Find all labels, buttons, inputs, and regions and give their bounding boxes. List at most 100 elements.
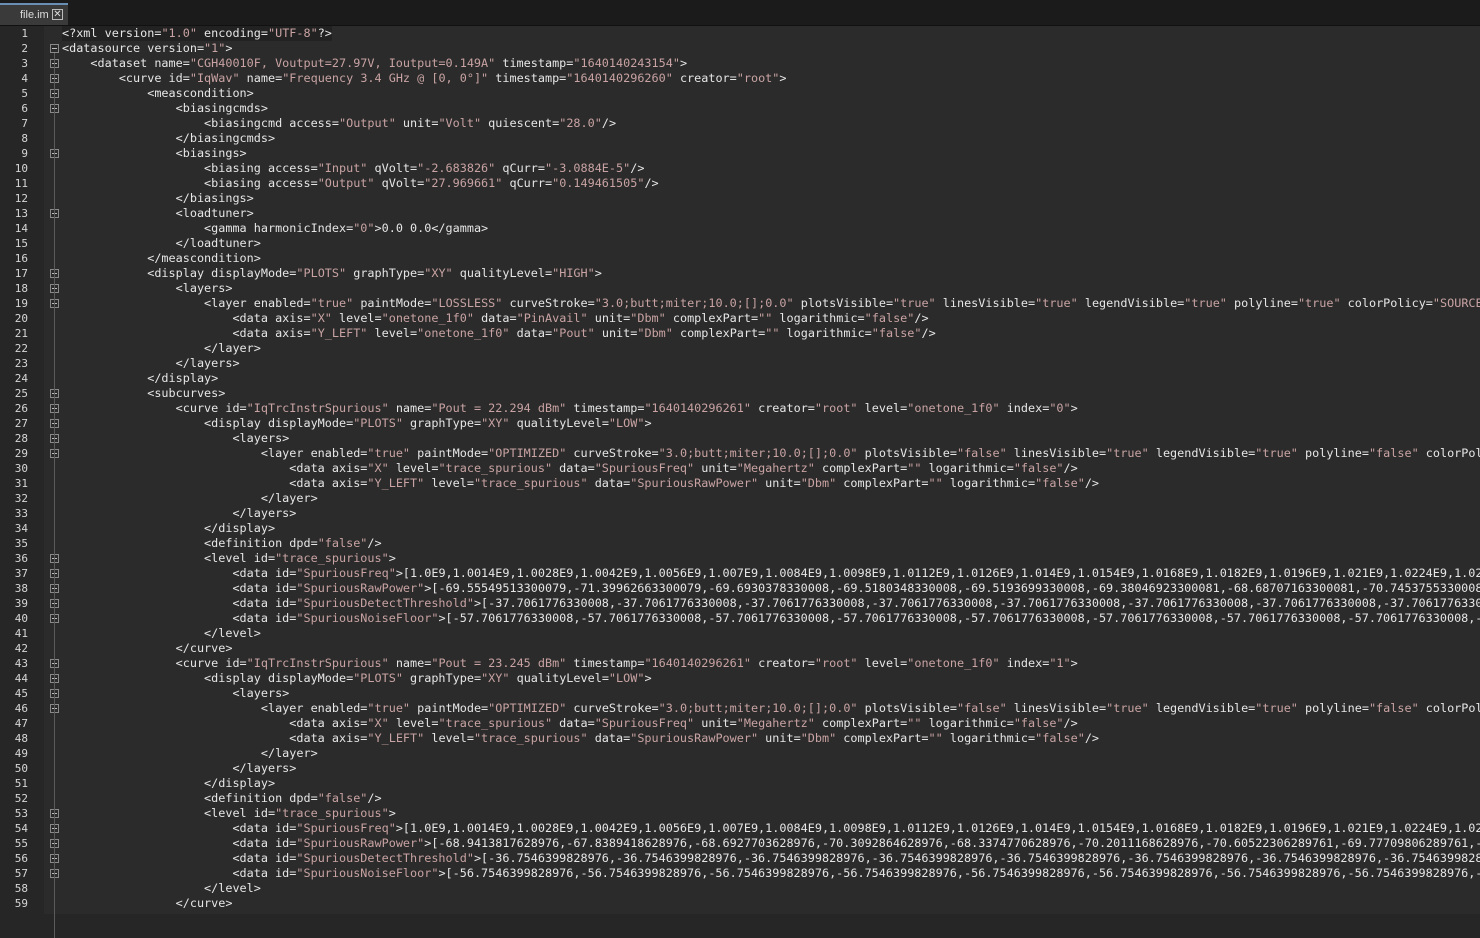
- line-number: 3: [21, 57, 28, 70]
- code-area[interactable]: <?xml version="1.0" encoding="UTF-8"?> <d…: [62, 26, 1480, 914]
- code-line[interactable]: </curve>: [62, 896, 233, 911]
- code-line[interactable]: <data id="SpuriousFreq">[1.0E9,1.0014E9,…: [62, 821, 1480, 836]
- line-number: 27: [14, 417, 28, 430]
- code-line[interactable]: </layer>: [62, 491, 318, 506]
- code-line[interactable]: </layer>: [62, 746, 318, 761]
- code-line[interactable]: </loadtuner>: [62, 236, 261, 251]
- code-line[interactable]: <display displayMode="PLOTS" graphType="…: [62, 266, 602, 281]
- code-line[interactable]: <?xml version="1.0" encoding="UTF-8"?>: [62, 26, 332, 41]
- line-number: 16: [14, 252, 28, 265]
- line-number: 19: [14, 297, 28, 310]
- line-number: 21: [14, 327, 28, 340]
- code-line[interactable]: <layer enabled="true" paintMode="LOSSLES…: [62, 296, 1480, 311]
- line-number: 26: [14, 402, 28, 415]
- line-number: 9: [21, 147, 28, 160]
- line-number: 52: [14, 792, 28, 805]
- fold-margin[interactable]: [44, 26, 62, 938]
- code-line[interactable]: </layers>: [62, 356, 240, 371]
- line-number: 33: [14, 507, 28, 520]
- code-line[interactable]: <layer enabled="true" paintMode="OPTIMIZ…: [62, 446, 1480, 461]
- code-line[interactable]: <layers>: [62, 686, 289, 701]
- code-line[interactable]: <biasings>: [62, 146, 247, 161]
- code-line[interactable]: </layer>: [62, 341, 261, 356]
- code-line[interactable]: <level id="trace_spurious">: [62, 806, 396, 821]
- code-line[interactable]: </display>: [62, 371, 218, 386]
- code-line[interactable]: <definition dpd="false"/>: [62, 536, 382, 551]
- line-number: 1: [21, 27, 28, 40]
- tab-file-im[interactable]: file.im ✕: [0, 3, 68, 25]
- code-line[interactable]: </curve>: [62, 641, 233, 656]
- tab-label: file.im: [20, 9, 49, 21]
- code-line[interactable]: <data axis="Y_LEFT" level="trace_spuriou…: [62, 731, 1099, 746]
- code-line[interactable]: </biasingcmds>: [62, 131, 275, 146]
- code-line[interactable]: <layers>: [62, 281, 233, 296]
- code-line[interactable]: </level>: [62, 626, 261, 641]
- code-editor[interactable]: 1 2 3 4 5 6 7 8 9 10 11 12 13 14 15 16 17 18 19 20 21 22 23 24 2…: [0, 26, 1480, 938]
- code-line[interactable]: </display>: [62, 521, 275, 536]
- code-line[interactable]: <biasing access="Input" qVolt="-2.683826…: [62, 161, 644, 176]
- code-line[interactable]: <biasingcmds>: [62, 101, 268, 116]
- code-line[interactable]: <definition dpd="false"/>: [62, 791, 382, 806]
- code-line[interactable]: <data id="SpuriousRawPower">[-69.5554951…: [62, 581, 1480, 596]
- code-line[interactable]: <data axis="X" level="trace_spurious" da…: [62, 461, 1077, 476]
- fold-toggle-icon[interactable]: [50, 44, 59, 53]
- code-line[interactable]: <curve id="IqTrcInstrSpurious" name="Pou…: [62, 401, 1078, 416]
- code-line[interactable]: <data id="SpuriousNoiseFloor">[-57.70617…: [62, 611, 1480, 626]
- code-line[interactable]: <display displayMode="PLOTS" graphType="…: [62, 671, 652, 686]
- line-number: 4: [21, 72, 28, 85]
- line-number: 23: [14, 357, 28, 370]
- code-line[interactable]: <data axis="X" level="trace_spurious" da…: [62, 716, 1077, 731]
- line-number: 41: [14, 627, 28, 640]
- code-line[interactable]: <layers>: [62, 431, 289, 446]
- code-line[interactable]: <layer enabled="true" paintMode="OPTIMIZ…: [62, 701, 1480, 716]
- code-line[interactable]: <curve id="IqTrcInstrSpurious" name="Pou…: [62, 656, 1078, 671]
- close-icon[interactable]: ✕: [52, 9, 63, 20]
- line-number: 17: [14, 267, 28, 280]
- line-number: 50: [14, 762, 28, 775]
- code-line[interactable]: <data id="SpuriousDetectThreshold">[-36.…: [62, 851, 1480, 866]
- code-line[interactable]: <gamma harmonicIndex="0">0.0 0.0</gamma>: [62, 221, 488, 236]
- line-number: 24: [14, 372, 28, 385]
- line-number: 30: [14, 462, 28, 475]
- code-line[interactable]: <datasource version="1">: [62, 41, 232, 56]
- line-number: 51: [14, 777, 28, 790]
- code-line[interactable]: </layers>: [62, 506, 296, 521]
- code-line[interactable]: <biasingcmd access="Output" unit="Volt" …: [62, 116, 616, 131]
- line-number: 55: [14, 837, 28, 850]
- code-line[interactable]: </layers>: [62, 761, 296, 776]
- code-line[interactable]: <subcurves>: [62, 386, 225, 401]
- line-number: 53: [14, 807, 28, 820]
- line-number: 20: [14, 312, 28, 325]
- code-line[interactable]: <data id="SpuriousFreq">[1.0E9,1.0014E9,…: [62, 566, 1480, 581]
- line-number: 36: [14, 552, 28, 565]
- line-number: 47: [14, 717, 28, 730]
- line-number: 43: [14, 657, 28, 670]
- code-line[interactable]: <biasing access="Output" qVolt="27.96966…: [62, 176, 659, 191]
- code-line[interactable]: <data id="SpuriousDetectThreshold">[-37.…: [62, 596, 1480, 611]
- line-number: 8: [21, 132, 28, 145]
- code-line[interactable]: <level id="trace_spurious">: [62, 551, 396, 566]
- code-line[interactable]: <display displayMode="PLOTS" graphType="…: [62, 416, 652, 431]
- code-line[interactable]: <meascondition>: [62, 86, 254, 101]
- line-number: 28: [14, 432, 28, 445]
- line-number: 37: [14, 567, 28, 580]
- code-line[interactable]: <dataset name="CGH40010F, Voutput=27.97V…: [62, 56, 687, 71]
- code-line[interactable]: </biasings>: [62, 191, 254, 206]
- code-line[interactable]: </meascondition>: [62, 251, 261, 266]
- line-number: 49: [14, 747, 28, 760]
- code-line[interactable]: <curve id="IqWav" name="Frequency 3.4 GH…: [62, 71, 787, 86]
- code-line[interactable]: <data axis="X" level="onetone_1f0" data=…: [62, 311, 928, 326]
- code-line[interactable]: <loadtuner>: [62, 206, 254, 221]
- line-number: 56: [14, 852, 28, 865]
- code-line[interactable]: <data axis="Y_LEFT" level="trace_spuriou…: [62, 476, 1099, 491]
- line-number: 42: [14, 642, 28, 655]
- line-number: 54: [14, 822, 28, 835]
- line-number: 32: [14, 492, 28, 505]
- line-number: 58: [14, 882, 28, 895]
- code-line[interactable]: <data id="SpuriousNoiseFloor">[-56.75463…: [62, 866, 1480, 881]
- line-number: 14: [14, 222, 28, 235]
- code-line[interactable]: <data axis="Y_LEFT" level="onetone_1f0" …: [62, 326, 935, 341]
- code-line[interactable]: </display>: [62, 776, 275, 791]
- code-line[interactable]: <data id="SpuriousRawPower">[-68.9413817…: [62, 836, 1480, 851]
- code-line[interactable]: </level>: [62, 881, 261, 896]
